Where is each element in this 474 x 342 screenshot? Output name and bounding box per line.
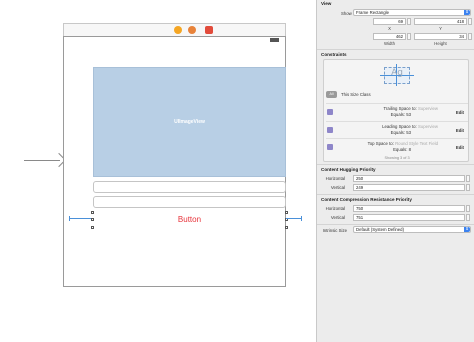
size-class-all-button[interactable]: All	[326, 91, 337, 98]
constraint-icon	[327, 127, 333, 133]
hugging-vertical-stepper[interactable]	[466, 184, 470, 191]
edit-button[interactable]: Edit	[456, 110, 464, 115]
popup-arrow-icon	[464, 227, 470, 232]
height-field[interactable]: 34	[414, 33, 467, 40]
size-inspector: View Show Frame Rectangle 69 418 X Y 462…	[316, 0, 474, 342]
hugging-vertical-label: Vertical	[330, 185, 345, 190]
intrinsic-size-value: Default (System Defined)	[356, 227, 405, 232]
show-popup[interactable]: Frame Rectangle	[353, 9, 471, 16]
text-field-1[interactable]	[93, 181, 286, 193]
constraint-target: Superview	[417, 106, 438, 111]
intrinsic-size-popup[interactable]: Default (System Defined)	[353, 226, 471, 233]
compression-vertical-label: Vertical	[330, 215, 345, 220]
resize-handle[interactable]	[285, 211, 288, 214]
hugging-horizontal-stepper[interactable]	[466, 175, 470, 182]
constraints-count: Showing 3 of 3	[384, 156, 410, 160]
compression-horizontal-label: Horizontal	[325, 206, 345, 211]
compression-vertical-stepper[interactable]	[466, 214, 470, 221]
constraints-box: Ag All This Size Class Trailing Space to…	[323, 59, 469, 162]
constraints-section-title: Constraints	[321, 52, 347, 57]
edit-button[interactable]: Edit	[456, 128, 464, 133]
width-stepper[interactable]	[407, 33, 411, 40]
hugging-vertical-field[interactable]: 249	[353, 184, 465, 191]
status-bar	[64, 37, 285, 43]
resize-handle[interactable]	[91, 226, 94, 229]
constraint-icon	[327, 144, 333, 150]
trailing-constraint-line[interactable]	[286, 218, 302, 219]
height-caption: Height	[434, 41, 447, 46]
constraint-preview: Ag	[380, 64, 414, 86]
constraint-equals-label: Equals:	[390, 130, 406, 135]
text-field-2[interactable]	[93, 196, 286, 208]
constraint-target: Superview	[417, 124, 438, 129]
resize-handle[interactable]	[285, 226, 288, 229]
intrinsic-size-label: Intrinsic Size	[322, 228, 347, 233]
x-field[interactable]: 69	[373, 18, 406, 25]
y-stepper[interactable]	[468, 18, 472, 25]
resize-handle[interactable]	[91, 211, 94, 214]
view-section-title: View	[321, 1, 332, 6]
battery-icon	[270, 38, 279, 42]
image-view[interactable]: UIImageView	[93, 67, 286, 177]
constraint-row-trailing[interactable]: Trailing Space to: Superview Equals: 53 …	[326, 103, 468, 120]
storyboard-canvas[interactable]: UIImageView Button	[0, 0, 316, 342]
first-responder-icon[interactable]	[188, 26, 196, 34]
hugging-horizontal-label: Horizontal	[325, 176, 345, 181]
width-caption: Width	[384, 41, 395, 46]
view-controller-icon[interactable]	[174, 26, 182, 34]
divider	[317, 194, 474, 195]
constraint-type: Top Space to:	[367, 141, 394, 146]
height-stepper[interactable]	[468, 33, 472, 40]
constraint-value: 8	[408, 147, 411, 152]
constraint-value: 53	[406, 130, 411, 135]
leading-constraint-line[interactable]	[69, 218, 91, 219]
resize-handle[interactable]	[91, 218, 94, 221]
divider	[317, 49, 474, 50]
x-stepper[interactable]	[407, 18, 411, 25]
size-class-label: This Size Class	[341, 92, 371, 97]
view-controller-scene[interactable]: UIImageView Button	[63, 36, 288, 287]
y-field[interactable]: 418	[414, 18, 467, 25]
width-field[interactable]: 462	[373, 33, 406, 40]
constraint-row-leading[interactable]: Leading Space to: Superview Equals: 53 E…	[326, 121, 468, 138]
edit-button[interactable]: Edit	[456, 145, 464, 150]
divider	[317, 224, 474, 225]
constraint-target: Round Style Text Field	[395, 141, 438, 146]
show-label: Show	[341, 11, 352, 16]
popup-arrow-icon	[464, 10, 470, 15]
compression-horizontal-field[interactable]: 750	[353, 205, 465, 212]
compression-horizontal-stepper[interactable]	[466, 205, 470, 212]
x-caption: X	[388, 26, 391, 31]
hugging-section-title: Content Hugging Priority	[321, 167, 376, 172]
constraint-equals-label: Equals:	[393, 147, 408, 152]
hugging-horizontal-field[interactable]: 250	[353, 175, 465, 182]
selected-button[interactable]: Button	[91, 211, 288, 229]
scene-dock	[63, 23, 286, 36]
preview-text: Ag	[391, 68, 403, 78]
constraint-type: Leading Space to:	[382, 124, 417, 129]
constraint-equals-label: Equals:	[390, 112, 406, 117]
constraint-value: 53	[406, 112, 411, 117]
y-caption: Y	[439, 26, 442, 31]
constraint-end-cap	[69, 216, 70, 221]
divider	[317, 164, 474, 165]
constraint-end-cap	[301, 216, 302, 221]
image-view-label: UIImageView	[174, 119, 205, 125]
button-label: Button	[177, 215, 202, 224]
show-popup-value: Frame Rectangle	[356, 10, 389, 15]
constraint-row-top[interactable]: Top Space to: Round Style Text Field Equ…	[326, 138, 468, 155]
compression-section-title: Content Compression Resistance Priority	[321, 197, 412, 202]
constraint-type: Trailing Space to:	[383, 106, 417, 111]
compression-vertical-field[interactable]: 751	[353, 214, 465, 221]
exit-icon[interactable]	[205, 26, 213, 34]
constraint-icon	[327, 109, 333, 115]
